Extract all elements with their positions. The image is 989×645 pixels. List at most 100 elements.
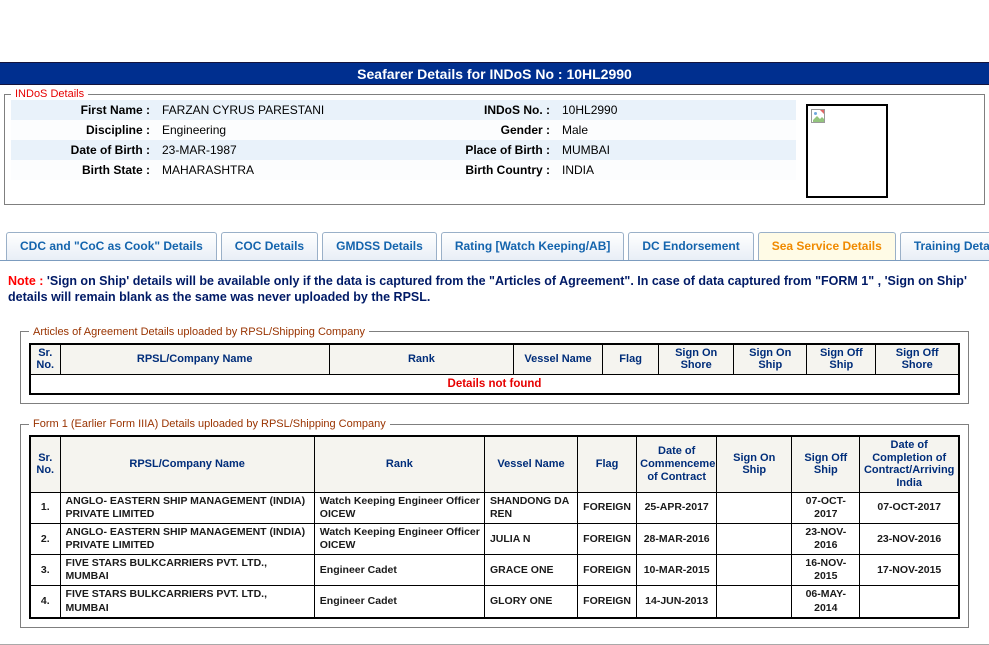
cell-sign-off-ship: 16-NOV-2015 xyxy=(792,555,860,586)
cell-srno: 2. xyxy=(30,523,60,554)
table-row: 1. ANGLO- EASTERN SHIP MANAGEMENT (INDIA… xyxy=(30,492,959,523)
cell-company: FIVE STARS BULKCARRIERS PVT. LTD., MUMBA… xyxy=(60,555,314,586)
cell-company: FIVE STARS BULKCARRIERS PVT. LTD., MUMBA… xyxy=(60,586,314,618)
tab-training-details[interactable]: Training Details xyxy=(900,232,989,260)
cell-date-of-completion xyxy=(860,586,959,618)
field-value-date-of-birth: 23-MAR-1987 xyxy=(156,140,406,160)
tab-rating-watch-keeping-ab[interactable]: Rating [Watch Keeping/AB] xyxy=(441,232,625,260)
header-vessel-name: Vessel Name xyxy=(484,436,577,492)
header-sign-on-ship: Sign On Ship xyxy=(734,344,807,375)
cell-sign-on-ship xyxy=(717,586,792,618)
cell-date-of-commencement: 28-MAR-2016 xyxy=(637,523,717,554)
cell-rank: Engineer Cadet xyxy=(314,586,484,618)
form1-section: Form 1 (Earlier Form IIIA) Details uploa… xyxy=(20,418,969,628)
field-value-birth-state: MAHARASHTRA xyxy=(156,160,406,180)
page-title: Seafarer Details for INDoS No : 10HL2990 xyxy=(0,62,989,85)
header-flag: Flag xyxy=(578,436,637,492)
table-row: First Name : FARZAN CYRUS PARESTANI INDo… xyxy=(11,100,796,120)
tab-coc-details[interactable]: COC Details xyxy=(221,232,318,260)
header-sign-off-ship: Sign Off Ship xyxy=(807,344,876,375)
header-srno: Sr. No. xyxy=(30,344,60,375)
cell-rank: Watch Keeping Engineer Officer OICEW xyxy=(314,523,484,554)
indos-details-legend: INDoS Details xyxy=(11,88,88,100)
cell-date-of-completion: 07-OCT-2017 xyxy=(860,492,959,523)
header-rank: Rank xyxy=(314,436,484,492)
field-value-birth-country: INDIA xyxy=(556,160,796,180)
tab-gmdss-details[interactable]: GMDSS Details xyxy=(322,232,437,260)
field-label-place-of-birth: Place of Birth : xyxy=(406,140,556,160)
header-date-of-commencement: Date of Commencement of Contract xyxy=(637,436,717,492)
header-vessel-name: Vessel Name xyxy=(514,344,603,375)
field-label-birth-country: Birth Country : xyxy=(406,160,556,180)
cell-vessel-name: SHANDONG DA REN xyxy=(484,492,577,523)
articles-table: Sr. No. RPSL/Company Name Rank Vessel Na… xyxy=(29,343,960,396)
table-row: 2. ANGLO- EASTERN SHIP MANAGEMENT (INDIA… xyxy=(30,523,959,554)
field-label-discipline: Discipline : xyxy=(11,120,156,140)
field-label-date-of-birth: Date of Birth : xyxy=(11,140,156,160)
table-row: Date of Birth : 23-MAR-1987 Place of Bir… xyxy=(11,140,796,160)
cell-srno: 4. xyxy=(30,586,60,618)
table-row: Birth State : MAHARASHTRA Birth Country … xyxy=(11,160,796,180)
header-date-of-completion: Date of Completion of Contract/Arriving … xyxy=(860,436,959,492)
field-value-place-of-birth: MUMBAI xyxy=(556,140,796,160)
header-sign-off-ship: Sign Off Ship xyxy=(792,436,860,492)
header-flag: Flag xyxy=(603,344,659,375)
cell-vessel-name: GLORY ONE xyxy=(484,586,577,618)
header-sign-off-shore: Sign Off Shore xyxy=(876,344,959,375)
cell-company: ANGLO- EASTERN SHIP MANAGEMENT (INDIA) P… xyxy=(60,523,314,554)
cell-company: ANGLO- EASTERN SHIP MANAGEMENT (INDIA) P… xyxy=(60,492,314,523)
cell-date-of-commencement: 10-MAR-2015 xyxy=(637,555,717,586)
cell-vessel-name: JULIA N xyxy=(484,523,577,554)
cell-flag: FOREIGN xyxy=(578,555,637,586)
tab-cdc-coc-as-cook-details[interactable]: CDC and "CoC as Cook" Details xyxy=(6,232,217,260)
tab-dc-endorsement[interactable]: DC Endorsement xyxy=(628,232,753,260)
cell-rank: Engineer Cadet xyxy=(314,555,484,586)
cell-srno: 3. xyxy=(30,555,60,586)
cell-vessel-name: GRACE ONE xyxy=(484,555,577,586)
cell-date-of-commencement: 14-JUN-2013 xyxy=(637,586,717,618)
cell-date-of-commencement: 25-APR-2017 xyxy=(637,492,717,523)
header-rank: Rank xyxy=(329,344,513,375)
header-sign-on-ship: Sign On Ship xyxy=(717,436,792,492)
seafarer-photo xyxy=(806,104,888,198)
cell-sign-on-ship xyxy=(717,492,792,523)
note-prefix: Note : xyxy=(8,274,43,288)
field-value-discipline: Engineering xyxy=(156,120,406,140)
articles-legend: Articles of Agreement Details uploaded b… xyxy=(29,326,369,338)
header-sign-on-shore: Sign On Shore xyxy=(659,344,734,375)
note-body: 'Sign on Ship' details will be available… xyxy=(8,274,967,304)
field-label-first-name: First Name : xyxy=(11,100,156,120)
form1-table: Sr. No. RPSL/Company Name Rank Vessel Na… xyxy=(29,435,960,619)
cell-flag: FOREIGN xyxy=(578,586,637,618)
cell-rank: Watch Keeping Engineer Officer OICEW xyxy=(314,492,484,523)
tab-bar: CDC and "CoC as Cook" Details COC Detail… xyxy=(0,232,989,261)
cell-date-of-completion: 23-NOV-2016 xyxy=(860,523,959,554)
cell-sign-on-ship xyxy=(717,523,792,554)
top-spacer xyxy=(0,0,989,62)
field-value-first-name: FARZAN CYRUS PARESTANI xyxy=(156,100,406,120)
table-row: 4. FIVE STARS BULKCARRIERS PVT. LTD., MU… xyxy=(30,586,959,618)
indos-details-section: INDoS Details First Name : FARZAN CYRUS … xyxy=(4,88,985,205)
header-company: RPSL/Company Name xyxy=(60,344,329,375)
cell-sign-off-ship: 07-OCT-2017 xyxy=(792,492,860,523)
field-label-birth-state: Birth State : xyxy=(11,160,156,180)
broken-image-icon xyxy=(811,109,825,123)
table-header-row: Sr. No. RPSL/Company Name Rank Vessel Na… xyxy=(30,436,959,492)
tab-sea-service-details[interactable]: Sea Service Details xyxy=(758,232,896,260)
form1-legend: Form 1 (Earlier Form IIIA) Details uploa… xyxy=(29,418,390,430)
table-row: Details not found xyxy=(30,374,959,394)
field-value-indos-no: 10HL2990 xyxy=(556,100,796,120)
cell-sign-on-ship xyxy=(717,555,792,586)
cell-sign-off-ship: 23-NOV-2016 xyxy=(792,523,860,554)
table-header-row: Sr. No. RPSL/Company Name Rank Vessel Na… xyxy=(30,344,959,375)
field-label-gender: Gender : xyxy=(406,120,556,140)
cell-date-of-completion: 17-NOV-2015 xyxy=(860,555,959,586)
table-row: 3. FIVE STARS BULKCARRIERS PVT. LTD., MU… xyxy=(30,555,959,586)
articles-of-agreement-section: Articles of Agreement Details uploaded b… xyxy=(20,326,969,405)
table-row: Discipline : Engineering Gender : Male xyxy=(11,120,796,140)
empty-message: Details not found xyxy=(30,374,959,394)
field-label-indos-no: INDoS No. : xyxy=(406,100,556,120)
note-text: Note : 'Sign on Ship' details will be av… xyxy=(8,273,981,306)
cell-srno: 1. xyxy=(30,492,60,523)
field-value-gender: Male xyxy=(556,120,796,140)
